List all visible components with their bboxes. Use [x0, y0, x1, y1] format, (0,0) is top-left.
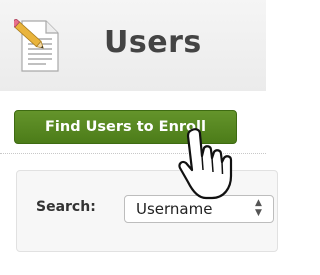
page-header: Users — [0, 0, 266, 92]
search-label: Search: — [36, 199, 96, 215]
hand-pointer-icon — [178, 128, 258, 212]
notepad-pencil-icon — [10, 18, 64, 77]
page-title: Users — [104, 25, 202, 60]
